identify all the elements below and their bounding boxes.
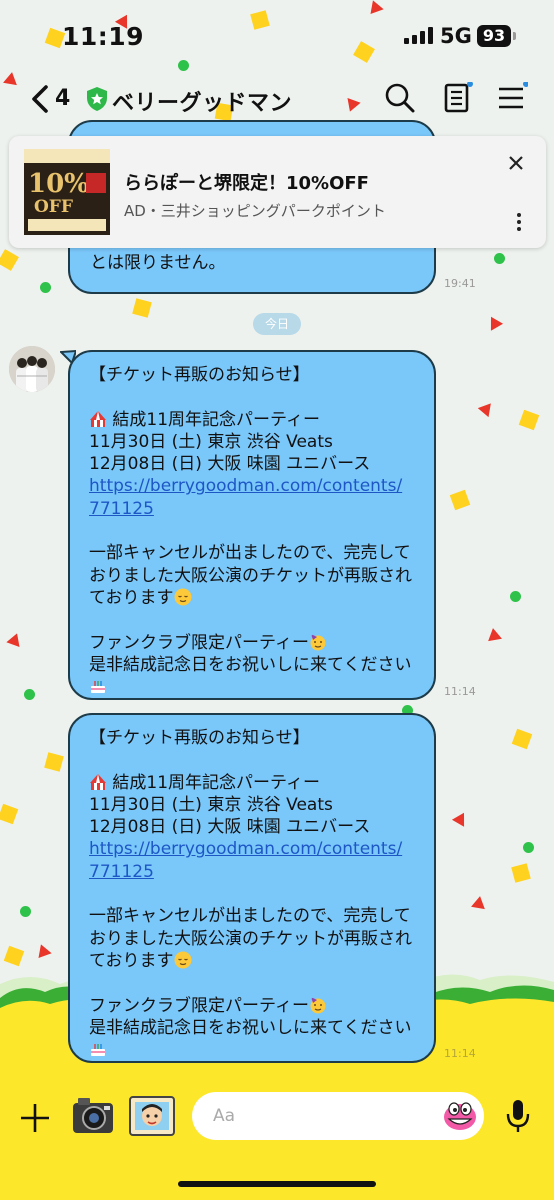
message-body-line: ております [89,587,174,608]
menu-icon[interactable] [496,82,528,114]
signal-icon [404,26,433,44]
home-indicator [178,1181,376,1187]
message-body-line: ております [89,950,174,971]
contents-link-id[interactable]: 771125 [89,861,412,883]
message-body-line: 一部キャンセルが出ましたので、完売して [89,906,411,927]
ad-thumb-band [24,149,110,163]
event-date-osaka: 12月08日 (日) 大阪 味園 ユニバース [89,817,371,838]
message-header: 【チケット再販のお知らせ】 [89,728,310,748]
party-face-icon [310,996,326,1014]
event-date-osaka: 12月08日 (日) 大阪 味園 ユニバース [89,454,371,475]
party-face-icon [310,633,326,651]
contents-link-id[interactable]: 771125 [89,498,412,520]
message-body-line: おりました大阪公演のチケットが再販され [89,928,412,949]
sender-avatar[interactable] [9,346,55,392]
sticker-icon[interactable] [442,1099,478,1133]
circus-tent-icon [90,410,106,427]
message-timestamp: 11:14 [444,685,476,698]
date-separator: 今日 [253,313,301,335]
photo-gallery-icon[interactable] [128,1094,176,1138]
ad-thumb-tag [86,173,106,193]
ad-thumbnail[interactable]: 10% OFF [24,149,110,235]
back-arrow-icon[interactable] [28,84,54,114]
celebrate-line: 是非結成記念日をお祝いしに来てください [89,1017,412,1038]
fanclub-line: ファンクラブ限定パーティー [89,995,309,1016]
message-timestamp: 11:14 [444,1047,476,1060]
network-type: 5G [440,24,472,48]
message-header: 【チケット再販のお知らせ】 [89,365,310,385]
event-title: 結成11周年記念パーティー [112,409,321,430]
celebrate-line: 是非結成記念日をお祝いしに来てください [89,654,412,675]
ad-banner[interactable]: 10% OFF ららぽーと堺限定！10%OFF AD・三井ショッピングパークポイ… [9,136,546,248]
plus-icon[interactable] [19,1102,51,1134]
message-input[interactable]: Aa [192,1092,484,1140]
message-body-line: おりました大阪公演のチケットが再販され [89,565,412,586]
status-bar: 11:19 5G 93 [0,0,554,72]
chat-title: ベリーグッドマン [112,91,293,116]
fanclub-line: ファンクラブ限定パーティー [89,632,309,653]
event-date-tokyo: 11月30日 (土) 東京 渋谷 Veats [89,794,333,815]
camera-icon[interactable] [70,1094,116,1138]
message-bubble[interactable]: 【チケット再販のお知らせ】 結成11周年記念パーティー 11月30日 (土) 東… [68,713,436,1063]
contents-link[interactable]: https://berrygoodman.com/contents/ [89,838,412,860]
search-icon[interactable] [384,82,416,114]
more-options-icon[interactable] [516,212,522,232]
event-title: 結成11周年記念パーティー [112,772,321,793]
ad-subtitle: AD・三井ショッピングパークポイント [124,202,386,220]
status-time: 11:19 [62,22,145,51]
prev-message-line: とは限りません。 [90,253,226,274]
official-shield-icon [87,87,107,111]
message-timestamp: 19:41 [444,277,476,290]
contents-link[interactable]: https://berrygoodman.com/contents/ [89,475,412,497]
microphone-icon[interactable] [505,1098,531,1134]
battery-icon: 93 [477,25,511,47]
ad-thumb-percent: 10% [28,169,89,199]
avatar-photo [9,346,55,392]
circus-tent-icon [90,773,106,790]
battery-tip [513,32,516,40]
notes-icon[interactable] [441,82,473,114]
close-icon[interactable] [507,154,525,172]
relieved-face-icon [174,951,191,969]
message-bubble[interactable]: 【チケット再販のお知らせ】 結成11周年記念パーティー 11月30日 (土) 東… [68,350,436,700]
ad-title[interactable]: ららぽーと堺限定！10%OFF [124,169,369,195]
relieved-face-icon [174,588,191,606]
birthday-cake-icon [91,681,105,694]
message-input-placeholder: Aa [213,1106,236,1126]
event-date-tokyo: 11月30日 (土) 東京 渋谷 Veats [89,431,333,452]
birthday-cake-icon [91,1044,105,1057]
ad-thumb-off: OFF [34,197,73,217]
ad-thumb-date [28,219,106,231]
unread-count[interactable]: 4 [55,86,70,111]
message-body-line: 一部キャンセルが出ましたので、完売して [89,543,411,564]
